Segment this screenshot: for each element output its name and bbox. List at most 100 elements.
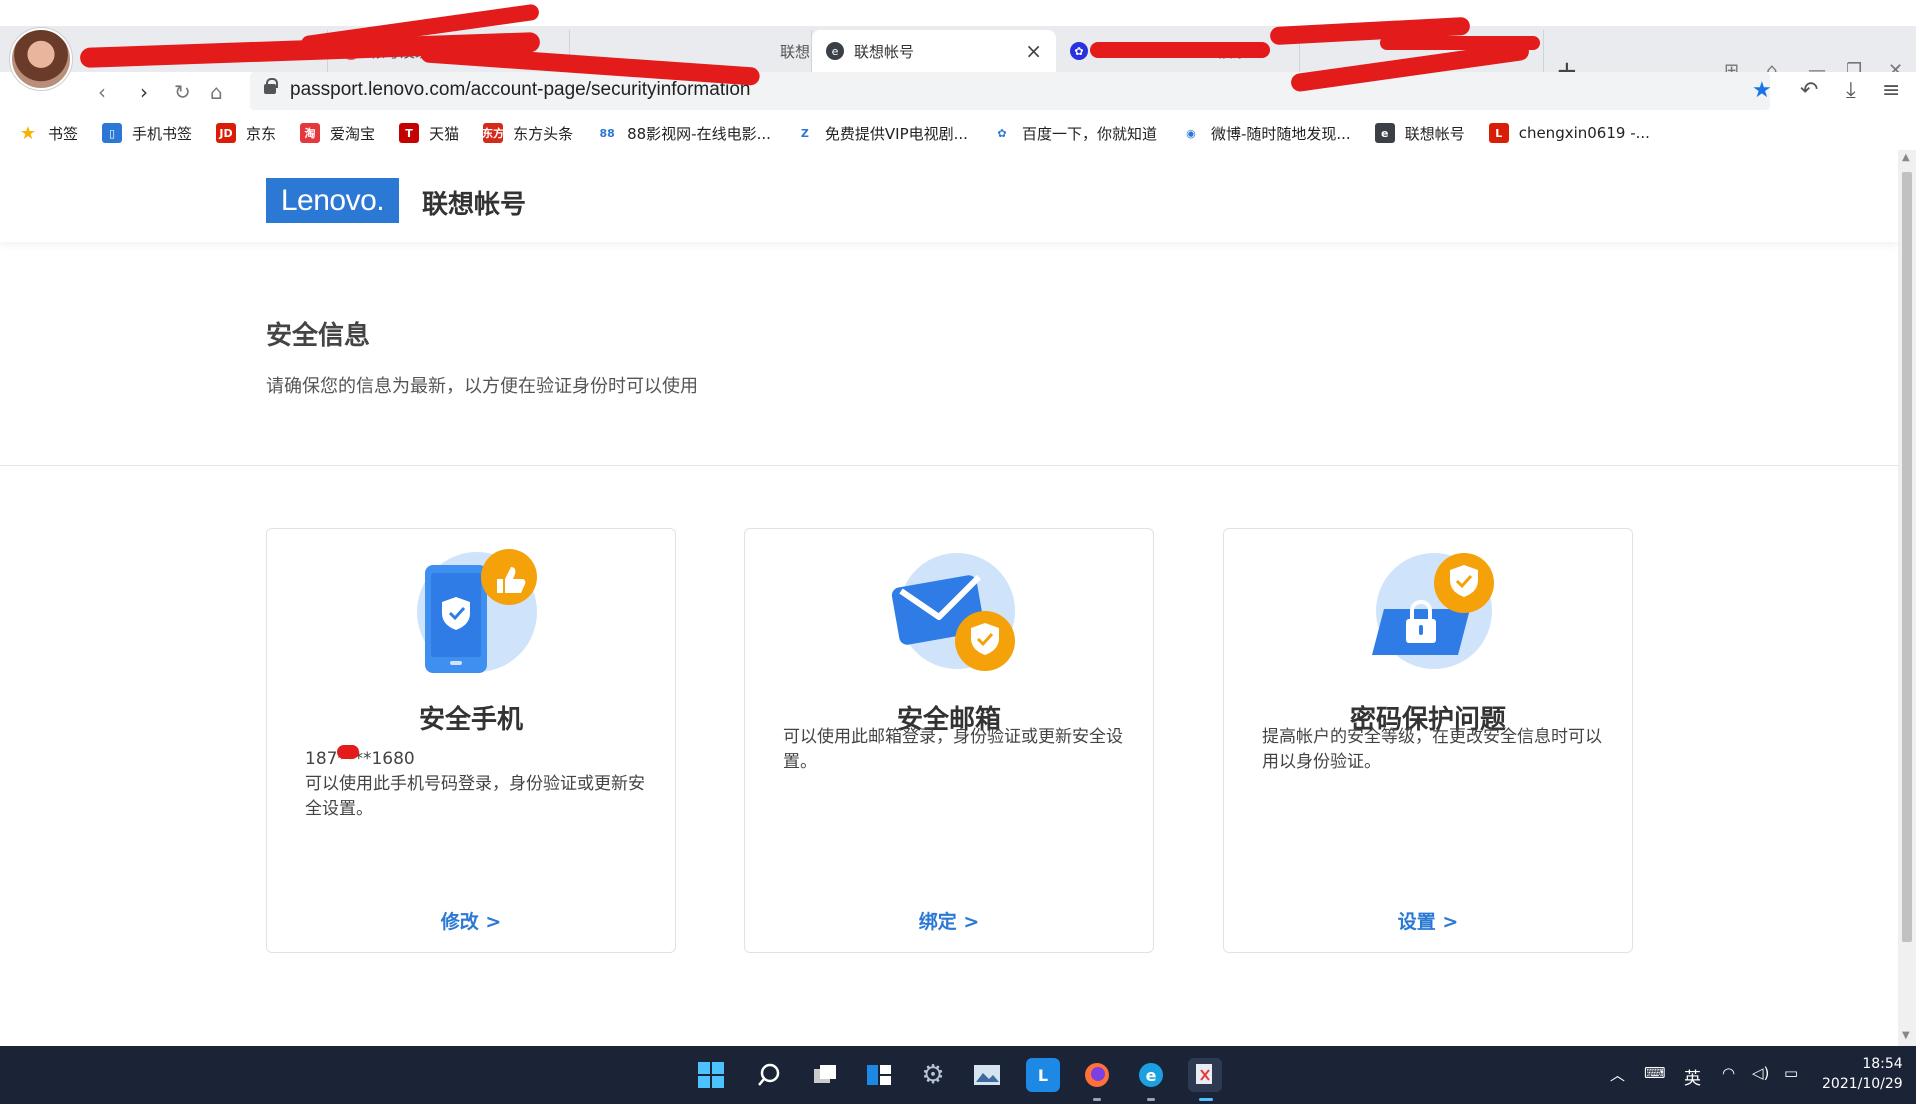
bookmark-item[interactable]: e 联想帐号 (1374, 123, 1465, 144)
clock-time: 18:54 (1862, 1056, 1903, 1072)
z-icon: Z (800, 126, 809, 140)
site-title: 联想帐号 (422, 190, 527, 220)
redaction-mark (337, 745, 359, 759)
redaction-mark (1090, 42, 1270, 58)
keyboard-icon[interactable]: ⌨ (1644, 1064, 1666, 1082)
browser-chrome: × ▪ 帐号及绑定 联想 e 联想帐号 × ✿ 搜索 的 + ⊞ ⌂ — ❐ ✕ (0, 0, 1916, 150)
tab-label: 联想 (780, 42, 811, 61)
bookmark-item[interactable]: ◉ 微博-随时随地发现... (1181, 123, 1351, 144)
card-body: 187****1680 可以使用此手机号码登录，身份验证或更新安全设置。 (305, 747, 645, 822)
bookmark-label: chengxin0619 -... (1518, 124, 1650, 142)
windows-taskbar: ⚙ L e ︿ ⌨ 英 ◠ ◁) ▭ 18:54 2021/10/29 (0, 1046, 1916, 1104)
set-question-link[interactable]: 设置 > (1224, 907, 1632, 934)
system-clock[interactable]: 18:54 2021/10/29 (1822, 1054, 1903, 1094)
star-icon: ★ (19, 122, 37, 144)
bookmark-item[interactable]: ▯ 手机书签 (102, 123, 192, 144)
card-title: 安全手机 (418, 705, 523, 735)
phone-shield-icon (417, 549, 537, 673)
snipping-tool-icon[interactable] (1188, 1058, 1222, 1092)
tab-label: 联想帐号 (854, 42, 915, 61)
search-icon[interactable] (752, 1058, 786, 1092)
back-icon[interactable]: ‹ (98, 80, 106, 104)
page-content: Lenovo. 联想帐号 安全信息 请确保您的信息为最新，以方便在验证身份时可以… (0, 150, 1898, 1046)
running-indicator (1093, 1098, 1101, 1101)
address-bar-row: ‹ › ↻ ⌂ passport.lenovo.com/account-page… (0, 72, 1916, 112)
bookmark-item[interactable]: ✿ 百度一下，你就知道 (992, 123, 1157, 144)
scroll-thumb[interactable] (1902, 172, 1912, 942)
url-text[interactable]: passport.lenovo.com/account-page/securit… (290, 79, 750, 101)
bookmarks-bar: ★ 书签 ▯ 手机书签 JD 京东 淘爱淘宝 T 天猫 东方 东方头条 88 88影视网-在线电影...… (0, 116, 1916, 150)
lenovo-logo[interactable]: Lenovo. (266, 178, 399, 223)
undo-icon[interactable]: ↶ (1800, 78, 1818, 103)
dftt-icon: 东方 (482, 123, 504, 143)
bookmark-item[interactable]: T 天猫 (399, 123, 459, 144)
running-indicator (1147, 1098, 1155, 1101)
bookmark-label: 天猫 (429, 124, 460, 143)
bookmark-item[interactable]: ★ 书签 (18, 123, 78, 144)
l-app-icon[interactable]: L (1026, 1058, 1060, 1092)
wifi-icon[interactable]: ◠ (1722, 1064, 1735, 1082)
running-indicator (1199, 1098, 1213, 1101)
bookmark-label: 京东 (246, 124, 277, 143)
tmall-icon: T (399, 123, 420, 143)
lock-shield-icon (1372, 553, 1494, 669)
page-title: 安全信息 (266, 321, 371, 351)
bookmark-item[interactable]: Z 免费提供VIP电视剧... (795, 123, 968, 144)
tab-lenovo-account[interactable]: e 联想帐号 × (812, 30, 1056, 72)
88-icon: 88 (599, 126, 615, 140)
email-shield-icon (891, 553, 1015, 671)
redaction-mark (1380, 36, 1540, 50)
scroll-up-icon[interactable]: ▲ (1902, 152, 1910, 163)
lock-icon (264, 78, 278, 94)
bookmark-item[interactable]: 淘爱淘宝 (300, 123, 375, 144)
card-description: 可以使用此邮箱登录，身份验证或更新安全设置。 (783, 727, 1123, 772)
tray-overflow-icon[interactable]: ︿ (1610, 1064, 1625, 1085)
baidu-icon: ✿ (1070, 42, 1088, 60)
download-icon[interactable]: ⤓ (1846, 78, 1856, 103)
bookmark-label: 爱淘宝 (330, 124, 376, 143)
weibo-icon: ◉ (1186, 126, 1196, 140)
battery-icon[interactable]: ▭ (1784, 1064, 1798, 1082)
firefox-icon[interactable] (1080, 1058, 1114, 1092)
close-icon[interactable]: × (1013, 39, 1042, 63)
home-icon[interactable]: ⌂ (210, 80, 223, 104)
edge-icon: e (826, 42, 844, 60)
start-icon[interactable] (694, 1058, 728, 1092)
jd-icon: JD (216, 123, 237, 143)
edge-icon: e (1374, 123, 1395, 143)
bookmark-label: 免费提供VIP电视剧... (824, 124, 968, 143)
baidu-icon: ✿ (997, 126, 1007, 140)
security-question-card: 密码保护问题 提高帐户的安全等级，在更改安全信息时可以用以身份验证。 设置 > (1223, 528, 1633, 953)
l-icon: L (1488, 123, 1509, 143)
bookmark-item[interactable]: 88 88影视网-在线电影... (597, 123, 770, 144)
bookmark-label: 百度一下，你就知道 (1021, 124, 1157, 143)
reload-icon[interactable]: ↻ (174, 80, 191, 104)
task-view-icon[interactable] (808, 1058, 842, 1092)
svg-text:e: e (1146, 1066, 1157, 1085)
menu-icon[interactable]: ≡ (1882, 78, 1900, 103)
bookmark-label: 书签 (48, 124, 79, 143)
volume-icon[interactable]: ◁) (1752, 1064, 1769, 1082)
bookmark-star-icon[interactable]: ★ (1752, 78, 1772, 103)
divider (0, 465, 1898, 466)
modify-phone-link[interactable]: 修改 > (267, 907, 675, 934)
input-method-indicator[interactable]: 英 (1684, 1064, 1701, 1089)
widgets-icon[interactable] (862, 1058, 896, 1092)
security-email-card: 安全邮箱 可以使用此邮箱登录，身份验证或更新安全设置。 绑定 > (744, 528, 1154, 953)
bookmark-label: 联想帐号 (1404, 124, 1465, 143)
clock-date: 2021/10/29 (1822, 1076, 1903, 1092)
bookmark-label: 东方头条 (513, 124, 574, 143)
page-scrollbar[interactable]: ▲ ▼ (1898, 150, 1916, 1046)
profile-avatar[interactable] (10, 28, 72, 90)
edge-browser-icon[interactable]: e (1134, 1058, 1168, 1092)
bookmark-label: 手机书签 (132, 124, 193, 143)
bookmark-item[interactable]: JD 京东 (216, 123, 276, 144)
scroll-down-icon[interactable]: ▼ (1902, 1030, 1910, 1041)
card-description: 提高帐户的安全等级，在更改安全信息时可以用以身份验证。 (1262, 727, 1602, 772)
bookmark-item[interactable]: Lchengxin0619 -... (1488, 123, 1650, 143)
bookmark-item[interactable]: 东方 东方头条 (482, 123, 574, 144)
bind-email-link[interactable]: 绑定 > (745, 907, 1153, 934)
settings-gear-icon[interactable]: ⚙ (916, 1058, 950, 1092)
photos-icon[interactable] (970, 1058, 1004, 1092)
forward-icon[interactable]: › (140, 80, 148, 104)
